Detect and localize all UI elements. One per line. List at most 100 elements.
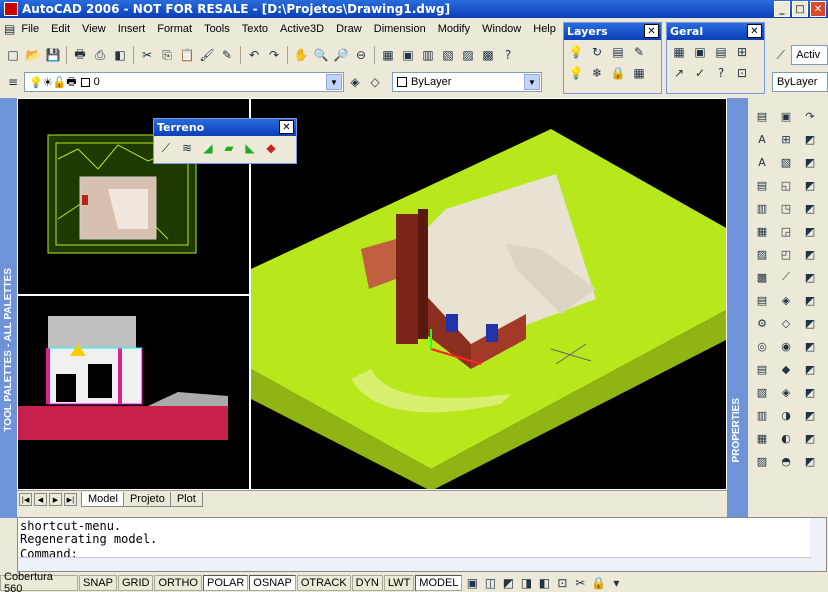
tool-28-icon[interactable]: ⚙ (752, 313, 772, 333)
terrain-mesh-icon[interactable]: ◢ (199, 139, 217, 157)
tool-43-icon[interactable]: ▦ (752, 428, 772, 448)
markup-icon[interactable]: ▨ (459, 46, 477, 64)
linetype-combo[interactable]: ByLayer (772, 72, 828, 92)
geral-grid-icon[interactable]: ▦ (670, 43, 688, 61)
tool-45-icon[interactable]: ◩ (800, 428, 820, 448)
geral-arrow-icon[interactable]: ↗ (670, 64, 688, 82)
tool-6-icon[interactable]: ◩ (800, 129, 820, 149)
tool-37-icon[interactable]: ▧ (752, 382, 772, 402)
prev-tab-icon[interactable]: ◀ (34, 493, 47, 506)
tool-30-icon[interactable]: ◩ (800, 313, 820, 333)
tool-13-icon[interactable]: ▥ (752, 198, 772, 218)
tool-47-icon[interactable]: ◓ (776, 451, 796, 471)
layer-freeze-icon[interactable]: ❄ (588, 64, 606, 82)
geral-block-icon[interactable]: ▣ (691, 43, 709, 61)
drawing-area[interactable]: Terreno ✕ ⟋ ≋ ◢ ▰ ◣ ◆ (17, 98, 727, 490)
otrack-toggle[interactable]: OTRACK (296, 574, 351, 591)
properties-icon[interactable]: ▦ (379, 46, 397, 64)
pan-icon[interactable]: ✋ (292, 46, 310, 64)
geral-2d-icon[interactable]: ⊡ (733, 64, 751, 82)
tool-26-icon[interactable]: ◈ (776, 290, 796, 310)
geral-help-icon[interactable]: ? (712, 64, 730, 82)
tool-15-icon[interactable]: ◩ (800, 198, 820, 218)
model-toggle[interactable]: MODEL (415, 574, 463, 591)
chevron-down-icon[interactable]: ▼ (524, 74, 540, 90)
tool-39-icon[interactable]: ◩ (800, 382, 820, 402)
tool-22-icon[interactable]: ▩ (752, 267, 772, 287)
ortho-toggle[interactable]: ORTHO (154, 574, 202, 591)
close-icon[interactable]: ✕ (279, 120, 294, 134)
cut-icon[interactable]: ✂ (138, 46, 156, 64)
tool-14-icon[interactable]: ◳ (776, 198, 796, 218)
tool-48-icon[interactable]: ◩ (800, 451, 820, 471)
viewport-icon[interactable]: ▣ (463, 574, 481, 592)
menu-help[interactable]: Help (527, 23, 562, 35)
tool-5-icon[interactable]: ⊞ (776, 129, 796, 149)
tool-12-icon[interactable]: ◩ (800, 175, 820, 195)
tool-32-icon[interactable]: ◉ (776, 336, 796, 356)
tool-36-icon[interactable]: ◩ (800, 359, 820, 379)
zoom-realtime-icon[interactable]: 🔍 (312, 46, 330, 64)
tool-palettes-bar[interactable]: TOOL PALETTES - ALL PALETTES (0, 98, 17, 518)
tray-icon[interactable]: ▾ (607, 574, 625, 592)
paste-icon[interactable]: 📋 (178, 46, 196, 64)
close-icon[interactable]: ✕ (644, 24, 659, 38)
make-current-icon[interactable]: ◈ (346, 73, 364, 91)
sheet-set-icon[interactable]: ▧ (439, 46, 457, 64)
shade-icon[interactable]: ◧ (535, 574, 553, 592)
plot-icon[interactable]: 🖶 (71, 46, 89, 64)
calculator-icon[interactable]: ▩ (479, 46, 497, 64)
zoom-window-icon[interactable]: 🔎 (332, 46, 350, 64)
terrain-cut-icon[interactable]: ◆ (262, 139, 280, 157)
menu-format[interactable]: Format (151, 23, 198, 35)
grid-toggle[interactable]: GRID (117, 574, 154, 591)
tool-29-icon[interactable]: ◇ (776, 313, 796, 333)
tool-1-icon[interactable]: ▤ (752, 106, 772, 126)
first-tab-icon[interactable]: |◀ (19, 493, 32, 506)
tool-11-icon[interactable]: ◱ (776, 175, 796, 195)
trim-icon[interactable]: ✂ (571, 574, 589, 592)
tool-31-icon[interactable]: ◎ (752, 336, 772, 356)
zoom-previous-icon[interactable]: ⊖ (352, 46, 370, 64)
block-editor-icon[interactable]: ✎ (218, 46, 236, 64)
last-tab-icon[interactable]: ▶| (64, 493, 77, 506)
hide-icon[interactable]: ◨ (517, 574, 535, 592)
text-icon[interactable]: A (752, 129, 772, 149)
tab-projeto[interactable]: Projeto (122, 492, 172, 507)
tool-27-icon[interactable]: ◩ (800, 290, 820, 310)
lwt-toggle[interactable]: LWT (383, 574, 415, 591)
tool-33-icon[interactable]: ◩ (800, 336, 820, 356)
tool-18-icon[interactable]: ◩ (800, 221, 820, 241)
viewport-3d[interactable] (250, 98, 727, 490)
open-icon[interactable]: 📂 (24, 46, 42, 64)
tool-44-icon[interactable]: ◐ (776, 428, 796, 448)
terrain-profile-icon[interactable]: ⟋ (157, 139, 175, 157)
viewport-elevation[interactable] (17, 295, 250, 490)
command-scrollbar[interactable] (810, 518, 826, 571)
next-tab-icon[interactable]: ▶ (49, 493, 62, 506)
layer-bulb-icon[interactable]: 💡 (567, 43, 585, 61)
preview-icon[interactable]: ⎙ (91, 46, 109, 64)
terrain-slope-icon[interactable]: ◣ (241, 139, 259, 157)
chevron-down-icon[interactable]: ▼ (326, 74, 342, 90)
osnap-toggle[interactable]: OSNAP (249, 574, 296, 591)
tool-42-icon[interactable]: ◩ (800, 405, 820, 425)
document-icon[interactable]: ▤ (4, 20, 15, 38)
tool-25-icon[interactable]: ▤ (752, 290, 772, 310)
dimstyle-icon[interactable]: ⟋ (772, 46, 789, 64)
layer-lock-icon[interactable]: 🔒 (609, 64, 627, 82)
command-hscrollbar[interactable] (18, 557, 812, 571)
menu-file[interactable]: File (15, 23, 45, 35)
layer-state-icon[interactable]: ▤ (609, 43, 627, 61)
tool-2-icon[interactable]: ▣ (776, 106, 796, 126)
snap-toggle[interactable]: SNAP (79, 574, 117, 591)
properties-bar[interactable]: PROPERTIES (727, 98, 748, 518)
tool-17-icon[interactable]: ◲ (776, 221, 796, 241)
copy-icon[interactable]: ⎘ (158, 46, 176, 64)
tool-46-icon[interactable]: ▨ (752, 451, 772, 471)
tool-8-icon[interactable]: ▧ (776, 152, 796, 172)
menu-window[interactable]: Window (476, 23, 527, 35)
menu-insert[interactable]: Insert (112, 23, 152, 35)
menu-draw[interactable]: Draw (330, 23, 368, 35)
close-icon[interactable]: ✕ (747, 24, 762, 38)
